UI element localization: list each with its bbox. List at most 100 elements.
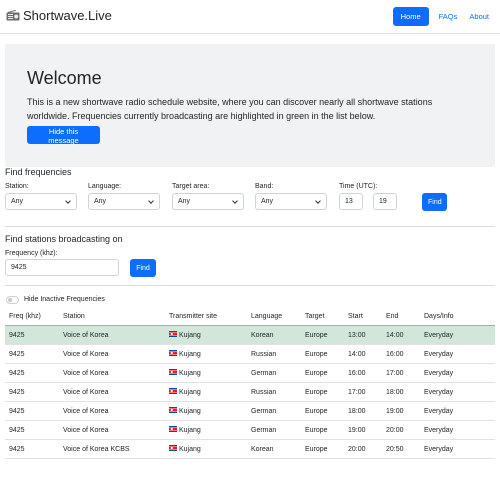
language-label: Language: bbox=[88, 183, 122, 190]
cell-start: 14:00 bbox=[348, 351, 366, 358]
header-language: Language bbox=[251, 313, 283, 320]
hide-message-button[interactable]: Hide this message bbox=[27, 126, 100, 145]
cell-freq: 9425 bbox=[9, 408, 25, 415]
find-stations-button[interactable]: Find bbox=[130, 259, 156, 277]
cell-end: 17:00 bbox=[386, 370, 404, 377]
table-row[interactable]: 9425 Voice of Korea Kujang Russian Europ… bbox=[5, 383, 495, 402]
cell-days-info: Everyday bbox=[424, 332, 454, 339]
navbar: Shortwave.Live Home FAQs About bbox=[0, 0, 500, 34]
cell-end: 20:50 bbox=[386, 446, 404, 453]
cell-site-name: Kujang bbox=[179, 427, 201, 434]
cell-site-name: Kujang bbox=[179, 446, 201, 453]
north-korea-flag-icon bbox=[169, 445, 177, 452]
north-korea-flag-icon bbox=[169, 388, 177, 395]
target-area-select-value: Any bbox=[178, 198, 191, 205]
hide-inactive-label: Hide Inactive Frequencies bbox=[24, 296, 105, 303]
nav-home[interactable]: Home bbox=[392, 7, 429, 26]
table-row[interactable]: 9425 Voice of Korea Kujang Korean Europe… bbox=[5, 326, 495, 345]
cell-start: 17:00 bbox=[348, 389, 366, 396]
cell-target: Europe bbox=[305, 351, 328, 358]
table-row[interactable]: 9425 Voice of Korea Kujang German Europe… bbox=[5, 364, 495, 383]
language-select[interactable]: Any bbox=[88, 193, 160, 210]
cell-transmitter-site: Kujang bbox=[169, 364, 201, 383]
table-row[interactable]: 9425 Voice of Korea KCBS Kujang Korean E… bbox=[5, 440, 495, 459]
band-select-value: Any bbox=[261, 198, 274, 205]
cell-station[interactable]: Voice of Korea bbox=[63, 402, 109, 421]
header-station: Station bbox=[63, 313, 85, 320]
header-transmitter-site: Transmitter site bbox=[169, 313, 217, 320]
cell-start: 19:00 bbox=[348, 427, 366, 434]
cell-language: Korean bbox=[251, 446, 274, 453]
cell-site-name: Kujang bbox=[179, 389, 201, 396]
cell-station[interactable]: Voice of Korea bbox=[63, 421, 109, 440]
band-label: Band: bbox=[255, 183, 274, 190]
hide-inactive-toggle[interactable] bbox=[6, 296, 19, 304]
cell-station[interactable]: Voice of Korea bbox=[63, 345, 109, 364]
table-row[interactable]: 9425 Voice of Korea Kujang German Europe… bbox=[5, 421, 495, 440]
nav-about[interactable]: About bbox=[463, 7, 495, 26]
cell-end: 18:00 bbox=[386, 389, 404, 396]
cell-target: Europe bbox=[305, 332, 328, 339]
cell-days-info: Everyday bbox=[424, 351, 454, 358]
cell-station[interactable]: Voice of Korea KCBS bbox=[63, 440, 130, 459]
cell-start: 20:00 bbox=[348, 446, 366, 453]
cell-transmitter-site: Kujang bbox=[169, 326, 201, 345]
cell-days-info: Everyday bbox=[424, 446, 454, 453]
nav-faqs[interactable]: FAQs bbox=[433, 7, 464, 26]
target-area-label: Target area: bbox=[172, 183, 210, 190]
cell-start: 13:00 bbox=[348, 332, 366, 339]
cell-end: 16:00 bbox=[386, 351, 404, 358]
frequency-input[interactable]: 9425 bbox=[5, 259, 119, 276]
cell-site-name: Kujang bbox=[179, 332, 201, 339]
cell-language: German bbox=[251, 370, 277, 377]
cell-station[interactable]: Voice of Korea bbox=[63, 383, 109, 402]
table-body: 9425 Voice of Korea Kujang Korean Europe… bbox=[5, 326, 495, 459]
chevron-down-icon bbox=[65, 198, 71, 204]
time-hour-input[interactable]: 13 bbox=[339, 193, 363, 210]
time-label: Time (UTC): bbox=[339, 183, 378, 190]
brand[interactable]: Shortwave.Live bbox=[6, 8, 112, 23]
cell-start: 16:00 bbox=[348, 370, 366, 377]
table-row[interactable]: 9425 Voice of Korea Kujang Russian Europ… bbox=[5, 345, 495, 364]
cell-target: Europe bbox=[305, 389, 328, 396]
divider bbox=[5, 226, 495, 227]
cell-transmitter-site: Kujang bbox=[169, 421, 201, 440]
cell-freq: 9425 bbox=[9, 332, 25, 339]
find-frequencies-button[interactable]: Find bbox=[422, 193, 447, 211]
language-select-value: Any bbox=[94, 198, 107, 205]
north-korea-flag-icon bbox=[169, 426, 177, 433]
find-frequencies-title: Find frequencies bbox=[5, 167, 72, 177]
north-korea-flag-icon bbox=[169, 350, 177, 357]
cell-start: 18:00 bbox=[348, 408, 366, 415]
header-start: Start bbox=[348, 313, 363, 320]
cell-days-info: Everyday bbox=[424, 389, 454, 396]
cell-site-name: Kujang bbox=[179, 370, 201, 377]
cell-freq: 9425 bbox=[9, 370, 25, 377]
cell-freq: 9425 bbox=[9, 351, 25, 358]
frequency-label: Frequency (khz): bbox=[5, 250, 58, 257]
chevron-down-icon bbox=[232, 198, 238, 204]
station-label: Station: bbox=[5, 183, 29, 190]
brand-name: Shortwave.Live bbox=[23, 8, 112, 23]
cell-station[interactable]: Voice of Korea bbox=[63, 364, 109, 383]
cell-target: Europe bbox=[305, 427, 328, 434]
cell-station[interactable]: Voice of Korea bbox=[63, 326, 109, 345]
cell-target: Europe bbox=[305, 408, 328, 415]
cell-language: German bbox=[251, 408, 277, 415]
cell-freq: 9425 bbox=[9, 446, 25, 453]
welcome-text: This is a new shortwave radio schedule w… bbox=[27, 97, 433, 121]
time-minute-input[interactable]: 19 bbox=[373, 193, 397, 210]
north-korea-flag-icon bbox=[169, 331, 177, 338]
station-select[interactable]: Any bbox=[5, 193, 77, 210]
band-select[interactable]: Any bbox=[255, 193, 327, 210]
cell-language: German bbox=[251, 427, 277, 434]
cell-days-info: Everyday bbox=[424, 370, 454, 377]
cell-end: 14:00 bbox=[386, 332, 404, 339]
header-target: Target bbox=[305, 313, 325, 320]
table-row[interactable]: 9425 Voice of Korea Kujang German Europe… bbox=[5, 402, 495, 421]
target-area-select[interactable]: Any bbox=[172, 193, 244, 210]
cell-site-name: Kujang bbox=[179, 351, 201, 358]
table-header: Freq (khz) Station Transmitter site Lang… bbox=[5, 307, 495, 326]
cell-site-name: Kujang bbox=[179, 408, 201, 415]
north-korea-flag-icon bbox=[169, 407, 177, 414]
